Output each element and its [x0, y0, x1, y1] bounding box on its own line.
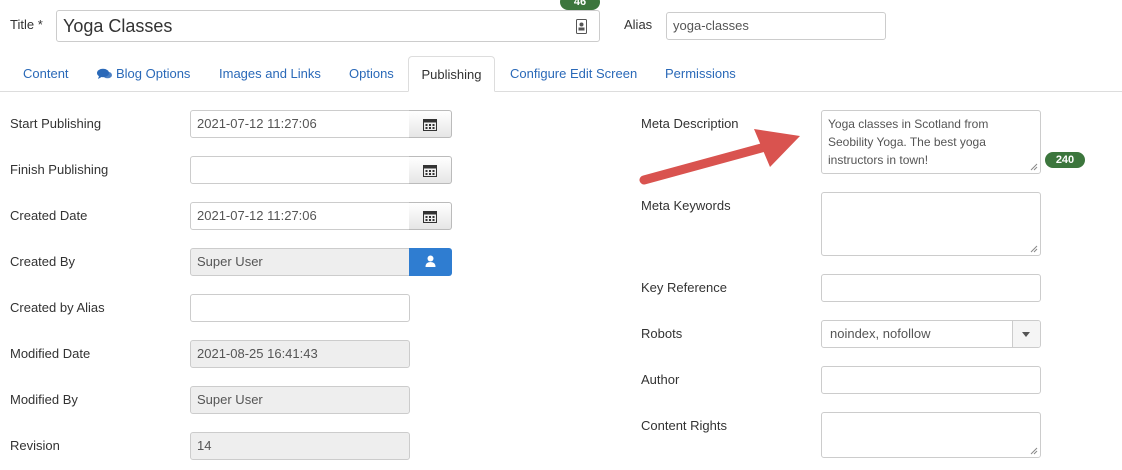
revision-input: 14: [190, 432, 410, 460]
finish-publishing-calendar-button[interactable]: [409, 156, 452, 184]
created-by-alias-input[interactable]: [190, 294, 410, 322]
meta-keywords-label: Meta Keywords: [641, 198, 731, 213]
robots-select[interactable]: noindex, nofollow: [821, 320, 1041, 348]
annotation-arrow: [639, 129, 800, 185]
created-date-input[interactable]: 2021-07-12 11:27:06: [190, 202, 410, 230]
meta-description-textarea[interactable]: Yoga classes in Scotland from Seobility …: [821, 110, 1041, 174]
contact-card-icon: [576, 19, 587, 34]
key-reference-label: Key Reference: [641, 280, 727, 295]
robots-dropdown-toggle[interactable]: [1012, 321, 1040, 347]
title-label: Title *: [10, 17, 43, 32]
start-publishing-input[interactable]: 2021-07-12 11:27:06: [190, 110, 410, 138]
title-input[interactable]: Yoga Classes: [56, 10, 600, 42]
tab-options-label: Options: [349, 66, 394, 81]
calendar-icon: [423, 119, 437, 131]
tab-blog-options-label: Blog Options: [116, 66, 191, 81]
modified-date-label: Modified Date: [10, 346, 91, 361]
start-publishing-label: Start Publishing: [10, 116, 102, 131]
tab-options[interactable]: Options: [349, 56, 394, 91]
tab-content-label: Content: [23, 66, 69, 81]
meta-description-char-badge: 240: [1045, 152, 1085, 168]
content-rights-textarea[interactable]: [821, 412, 1041, 458]
author-input[interactable]: [821, 366, 1041, 394]
title-char-badge: 46: [560, 0, 600, 10]
select-user-button[interactable]: [409, 248, 452, 276]
resize-grip-icon[interactable]: [1030, 245, 1038, 253]
comments-icon: [97, 68, 112, 79]
meta-description-value: Yoga classes in Scotland from Seobility …: [828, 117, 989, 167]
robots-value: noindex, nofollow: [830, 326, 931, 341]
created-by-label: Created By: [10, 254, 76, 269]
revision-label: Revision: [10, 438, 60, 453]
tab-publishing[interactable]: Publishing: [408, 56, 495, 92]
robots-label: Robots: [641, 326, 683, 341]
tabs-divider: [0, 91, 1122, 92]
caret-down-icon: [1022, 332, 1030, 337]
resize-grip-icon[interactable]: [1030, 447, 1038, 455]
author-label: Author: [641, 372, 680, 387]
tab-blog-options[interactable]: Blog Options: [97, 56, 190, 91]
finish-publishing-label: Finish Publishing: [10, 162, 109, 177]
start-publishing-calendar-button[interactable]: [409, 110, 452, 138]
modified-by-input: Super User: [190, 386, 410, 414]
key-reference-input[interactable]: [821, 274, 1041, 302]
tab-configure-edit-screen-label: Configure Edit Screen: [510, 66, 638, 81]
created-by-input: Super User: [190, 248, 410, 276]
calendar-icon: [423, 211, 437, 223]
alias-input[interactable]: yoga-classes: [666, 12, 886, 40]
user-icon: [425, 255, 436, 267]
modified-by-label: Modified By: [10, 392, 78, 407]
tab-configure-edit-screen[interactable]: Configure Edit Screen: [510, 56, 637, 91]
meta-keywords-textarea[interactable]: [821, 192, 1041, 256]
tab-publishing-label: Publishing: [421, 67, 482, 82]
created-date-label: Created Date: [10, 208, 88, 223]
created-by-alias-label: Created by Alias: [10, 300, 105, 315]
title-value: Yoga Classes: [63, 16, 173, 36]
tab-images-links-label: Images and Links: [219, 66, 321, 81]
tab-images-links[interactable]: Images and Links: [219, 56, 321, 91]
finish-publishing-input[interactable]: [190, 156, 410, 184]
content-rights-label: Content Rights: [641, 418, 727, 433]
modified-date-input: 2021-08-25 16:41:43: [190, 340, 410, 368]
resize-grip-icon[interactable]: [1030, 163, 1038, 171]
created-date-calendar-button[interactable]: [409, 202, 452, 230]
calendar-icon: [423, 165, 437, 177]
tab-permissions[interactable]: Permissions: [665, 56, 736, 91]
tab-content[interactable]: Content: [23, 56, 69, 91]
alias-label: Alias: [624, 17, 653, 32]
tab-permissions-label: Permissions: [665, 66, 736, 81]
